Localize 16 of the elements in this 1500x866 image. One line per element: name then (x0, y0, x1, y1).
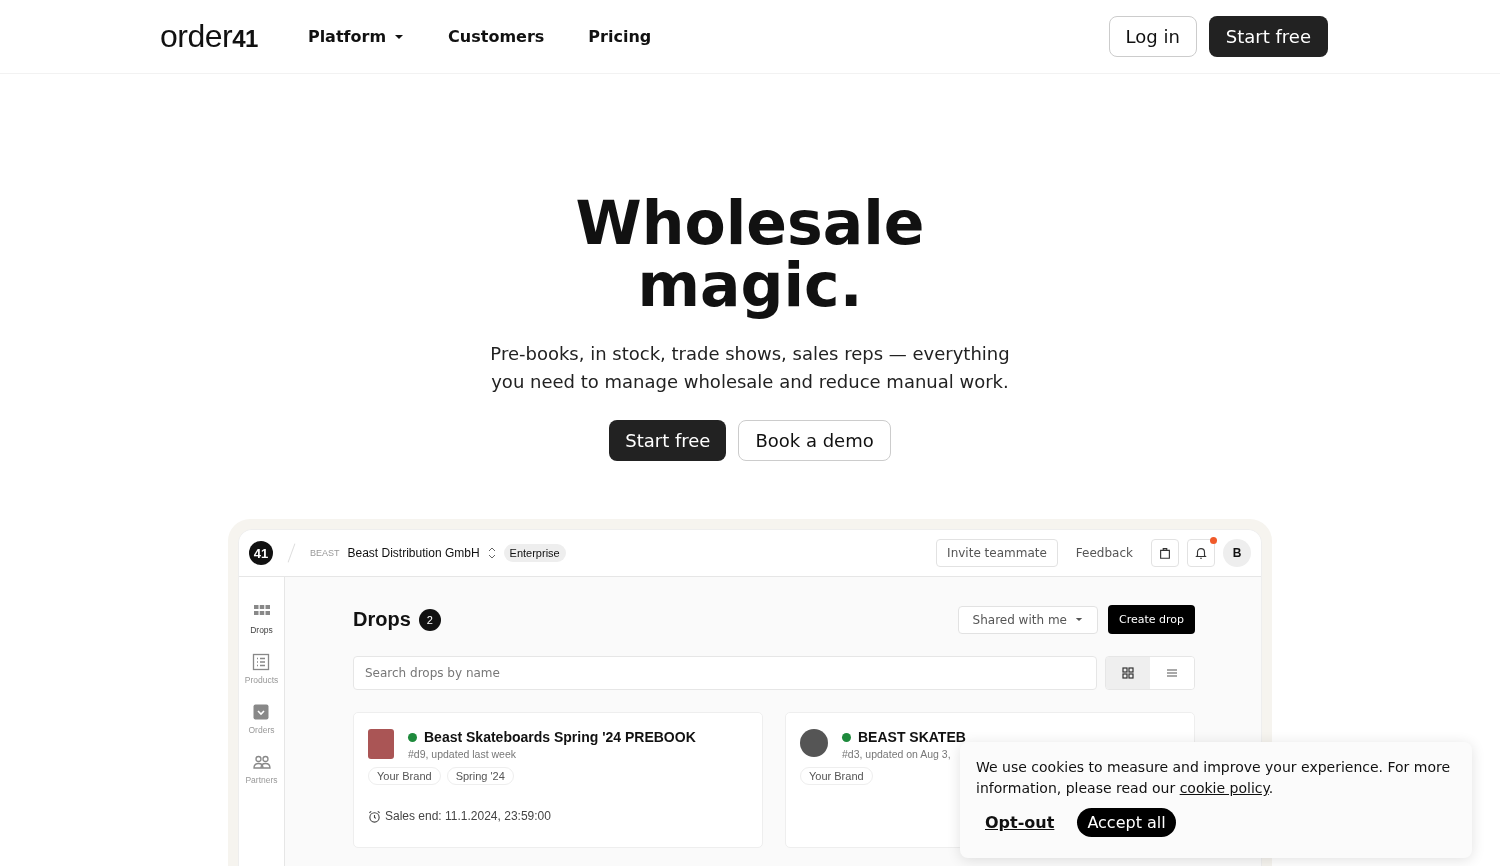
drop-meta: #d9, updated last week (408, 748, 517, 760)
cookie-text: We use cookies to measure and improve your experience. For more information, please read our cookie policy. (976, 758, 1452, 798)
hero-subtitle: Pre-books, in stock, trade shows, sales reps — everything you need to manage wholesale and reduce manual work. (490, 342, 1010, 394)
drop-title: Beast Skateboards Spring '24 PREBOOK (424, 729, 696, 745)
plan-badge: Enterprise (503, 544, 566, 562)
sales-end-text: Sales end: 11.1.2024, 23:59:00 (385, 809, 551, 823)
page-title: Drops (353, 608, 411, 631)
count-badge: 2 (418, 608, 441, 631)
drop-title: BEAST SKATEB (858, 729, 966, 745)
sidebar-label: Orders (248, 725, 275, 735)
app-logo: 41 (249, 541, 273, 565)
sidebar-label: Products (244, 675, 279, 685)
sidebar-label: Drops (250, 625, 273, 635)
sidebar-label: Partners (245, 775, 278, 785)
brand-logo: BEAST (310, 548, 340, 558)
drop-meta: #d3, updated on Aug 3, (842, 748, 952, 760)
